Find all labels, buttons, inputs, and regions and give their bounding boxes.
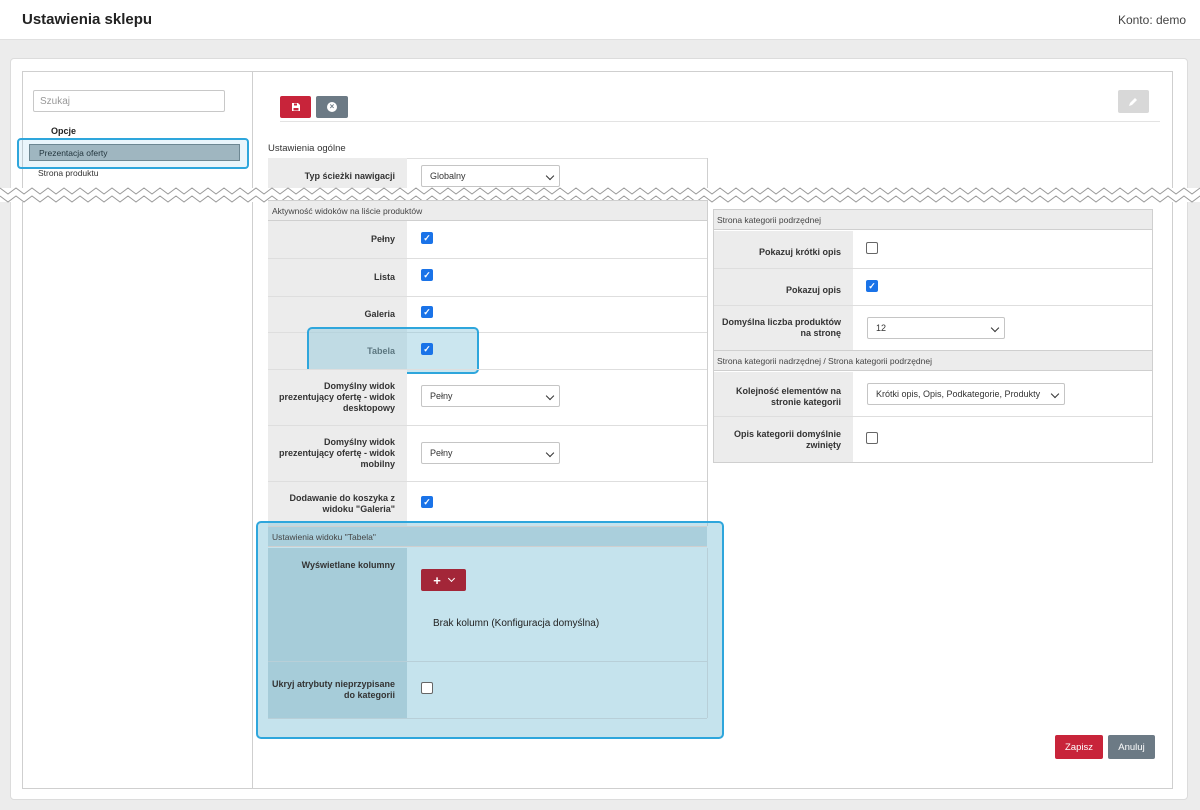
general-section-title: Ustawienia ogólne xyxy=(268,143,346,154)
account-label: Konto: demo xyxy=(1117,13,1186,27)
view-full-label: Pełny xyxy=(268,221,407,258)
edit-button[interactable] xyxy=(1118,90,1149,113)
add-column-button[interactable]: + xyxy=(421,569,466,591)
sidebar-item-strona-produktu[interactable]: Strona produktu xyxy=(38,168,98,178)
collapsed-checkbox[interactable] xyxy=(866,432,878,444)
plus-icon: + xyxy=(433,572,441,588)
cancel-button[interactable]: Anuluj xyxy=(1108,735,1155,759)
divider xyxy=(268,718,707,719)
columns-label: Wyświetlane kolumny xyxy=(268,548,407,661)
list-views-section-header: Aktywność widoków na liście produktów xyxy=(268,200,707,221)
save-icon-button[interactable] xyxy=(280,96,311,118)
table-row-highlight xyxy=(307,327,479,374)
divider xyxy=(407,158,707,159)
sidebar-heading: Opcje xyxy=(51,126,77,136)
view-list-checkbox[interactable]: ✓ xyxy=(421,269,433,281)
top-bar: Ustawienia sklepu Konto: demo xyxy=(0,0,1200,40)
order-select[interactable]: Krótki opis, Opis, Podkategorie, Produkt… xyxy=(867,383,1065,405)
subcategory-section-header: Strona kategorii podrzędnej xyxy=(713,209,1153,230)
hide-attributes-checkbox[interactable] xyxy=(421,682,433,694)
divider xyxy=(713,462,1153,463)
sidebar-item-prezentacja-oferty[interactable]: Prezentacja oferty xyxy=(29,144,240,161)
divider xyxy=(707,548,708,718)
sidebar xyxy=(22,71,253,789)
nav-path-value: Globalny xyxy=(430,171,466,181)
default-mobile-value: Pełny xyxy=(430,448,453,458)
divider xyxy=(1152,209,1153,462)
chevron-down-icon xyxy=(545,171,555,181)
divider xyxy=(707,200,708,526)
desc-label: Pokazuj opis xyxy=(713,269,853,305)
order-value: Krótki opis, Opis, Podkategorie, Produkt… xyxy=(876,389,1041,399)
chevron-down-icon xyxy=(1050,389,1060,399)
close-icon: × xyxy=(327,102,337,112)
toolbar-divider xyxy=(280,121,1160,122)
view-full-checkbox[interactable]: ✓ xyxy=(421,232,433,244)
default-mobile-select[interactable]: Pełny xyxy=(421,442,560,464)
divider xyxy=(713,209,714,462)
hide-attributes-label: Ukryj atrybuty nieprzypisane do kategori… xyxy=(268,662,407,718)
parent-category-section-header: Strona kategorii nadrzędnej / Strona kat… xyxy=(713,350,1153,371)
close-icon-button[interactable]: × xyxy=(316,96,348,118)
cart-gallery-label: Dodawanie do koszyka z widoku "Galeria" xyxy=(268,482,407,526)
chevron-down-icon xyxy=(447,574,455,583)
short-desc-label: Pokazuj krótki opis xyxy=(713,231,853,268)
search-input[interactable] xyxy=(33,90,225,112)
desc-checkbox[interactable]: ✓ xyxy=(866,280,878,292)
per-page-select[interactable]: 12 xyxy=(867,317,1005,339)
order-label: Kolejność elementów na stronie kategorii xyxy=(713,372,853,416)
floppy-icon xyxy=(291,103,300,111)
view-list-label: Lista xyxy=(268,259,407,296)
per-page-value: 12 xyxy=(876,323,887,333)
collapsed-label: Opis kategorii domyślnie zwinięty xyxy=(713,417,853,462)
page-title: Ustawienia sklepu xyxy=(22,11,153,28)
view-table-checkbox[interactable]: ✓ xyxy=(421,343,433,355)
table-settings-section-header: Ustawienia widoku "Tabela" xyxy=(268,526,707,547)
per-page-label: Domyślna liczba produktów na stronę xyxy=(713,306,853,350)
view-gallery-checkbox[interactable]: ✓ xyxy=(421,306,433,318)
empty-columns-text: Brak kolumn (Konfiguracja domyślna) xyxy=(433,618,600,629)
save-button[interactable]: Zapisz xyxy=(1055,735,1103,759)
chevron-down-icon xyxy=(545,448,555,458)
short-desc-checkbox[interactable] xyxy=(866,242,878,254)
default-mobile-label: Domyślny widok prezentujący ofertę - wid… xyxy=(268,426,407,481)
default-desktop-label: Domyślny widok prezentujący ofertę - wid… xyxy=(268,370,407,425)
chevron-down-icon xyxy=(990,323,1000,333)
chevron-down-icon xyxy=(545,391,555,401)
default-desktop-value: Pełny xyxy=(430,391,453,401)
pencil-icon xyxy=(1129,98,1137,106)
default-desktop-select[interactable]: Pełny xyxy=(421,385,560,407)
cart-gallery-checkbox[interactable]: ✓ xyxy=(421,496,433,508)
